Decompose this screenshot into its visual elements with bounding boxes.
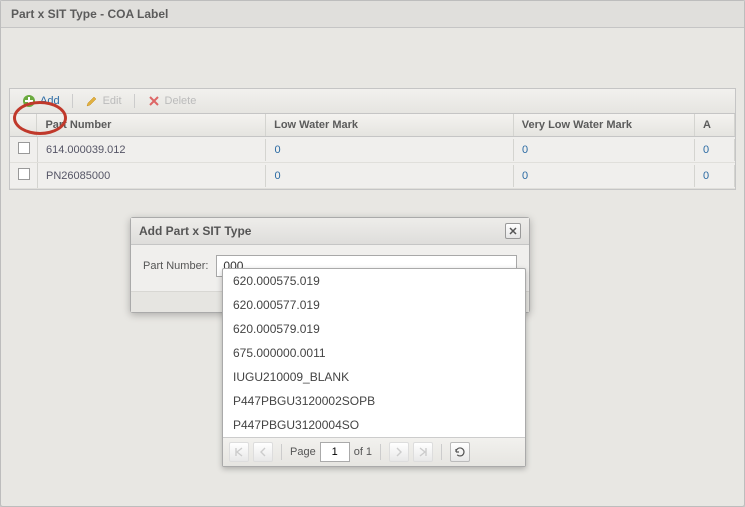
prev-page-icon	[259, 447, 267, 457]
panel-title: Part x SIT Type - COA Label	[1, 1, 744, 28]
toolbar-sep	[72, 94, 73, 108]
modal-header[interactable]: Add Part x SIT Type	[131, 218, 529, 245]
add-label: Add	[40, 95, 60, 107]
table-row[interactable]: PN26085000 0 0 0	[10, 163, 735, 189]
dropdown-option[interactable]: 620.000577.019	[223, 293, 525, 317]
pager-first-button[interactable]	[229, 442, 249, 462]
dropdown-option[interactable]: P447PBGU3120002SOPB	[223, 389, 525, 413]
pager-last-button[interactable]	[413, 442, 433, 462]
cell-part-number: PN26085000	[38, 165, 266, 187]
toolbar-sep	[134, 94, 135, 108]
pager-sep	[281, 444, 282, 460]
cell-very-low-water: 0	[514, 139, 695, 161]
pager-refresh-button[interactable]	[450, 442, 470, 462]
header-checkbox-col	[10, 114, 37, 136]
cell-very-low-water: 0	[514, 165, 695, 187]
edit-button[interactable]: Edit	[79, 92, 128, 110]
delete-button[interactable]: Delete	[141, 92, 203, 110]
cell-low-water: 0	[266, 139, 513, 161]
cell-part-number: 614.000039.012	[38, 139, 266, 161]
grid-header-row: Part Number Low Water Mark Very Low Wate…	[10, 114, 735, 137]
pager-next-button[interactable]	[389, 442, 409, 462]
dropdown-pager: Page of 1	[223, 437, 525, 466]
grid-body: 614.000039.012 0 0 0 PN26085000 0 0 0	[10, 137, 735, 189]
pencil-icon	[85, 94, 99, 108]
dropdown-option[interactable]: 620.000575.019	[223, 269, 525, 293]
close-icon	[509, 227, 517, 235]
cell-av: 0	[695, 165, 735, 187]
pager-sep	[380, 444, 381, 460]
header-part-number[interactable]: Part Number	[37, 114, 266, 136]
close-button[interactable]	[505, 223, 521, 239]
row-checkbox[interactable]	[10, 163, 38, 188]
cell-low-water: 0	[266, 165, 513, 187]
header-av[interactable]: A	[695, 114, 735, 136]
dropdown-option[interactable]: P447PBGU3120004SO	[223, 413, 525, 437]
pager-page-label: Page	[290, 446, 316, 458]
pager-page-input[interactable]	[320, 442, 350, 462]
x-icon	[147, 94, 161, 108]
cell-av: 0	[695, 139, 735, 161]
last-page-icon	[418, 447, 428, 457]
pager-prev-button[interactable]	[253, 442, 273, 462]
header-low-water[interactable]: Low Water Mark	[266, 114, 514, 136]
data-grid: Add Edit Delete Part Number Low Water Ma…	[9, 88, 736, 190]
header-very-low-water[interactable]: Very Low Water Mark	[514, 114, 695, 136]
add-button[interactable]: Add	[16, 92, 66, 110]
dropdown-list: 620.000575.019 620.000577.019 620.000579…	[223, 269, 525, 437]
pager-of-label: of 1	[354, 446, 372, 458]
edit-label: Edit	[103, 95, 122, 107]
table-row[interactable]: 614.000039.012 0 0 0	[10, 137, 735, 163]
first-page-icon	[234, 447, 244, 457]
row-checkbox[interactable]	[10, 137, 38, 162]
dropdown-option[interactable]: IUGU210009_BLANK	[223, 365, 525, 389]
dropdown-option[interactable]: 620.000579.019	[223, 317, 525, 341]
dropdown-option[interactable]: 675.000000.0011	[223, 341, 525, 365]
next-page-icon	[395, 447, 403, 457]
plus-icon	[22, 94, 36, 108]
pager-sep	[441, 444, 442, 460]
spacer	[1, 28, 744, 88]
part-number-label: Part Number:	[143, 260, 208, 272]
grid-toolbar: Add Edit Delete	[10, 89, 735, 114]
delete-label: Delete	[165, 95, 197, 107]
refresh-icon	[454, 446, 466, 458]
modal-title: Add Part x SIT Type	[139, 224, 251, 238]
part-number-dropdown: 620.000575.019 620.000577.019 620.000579…	[222, 268, 526, 467]
